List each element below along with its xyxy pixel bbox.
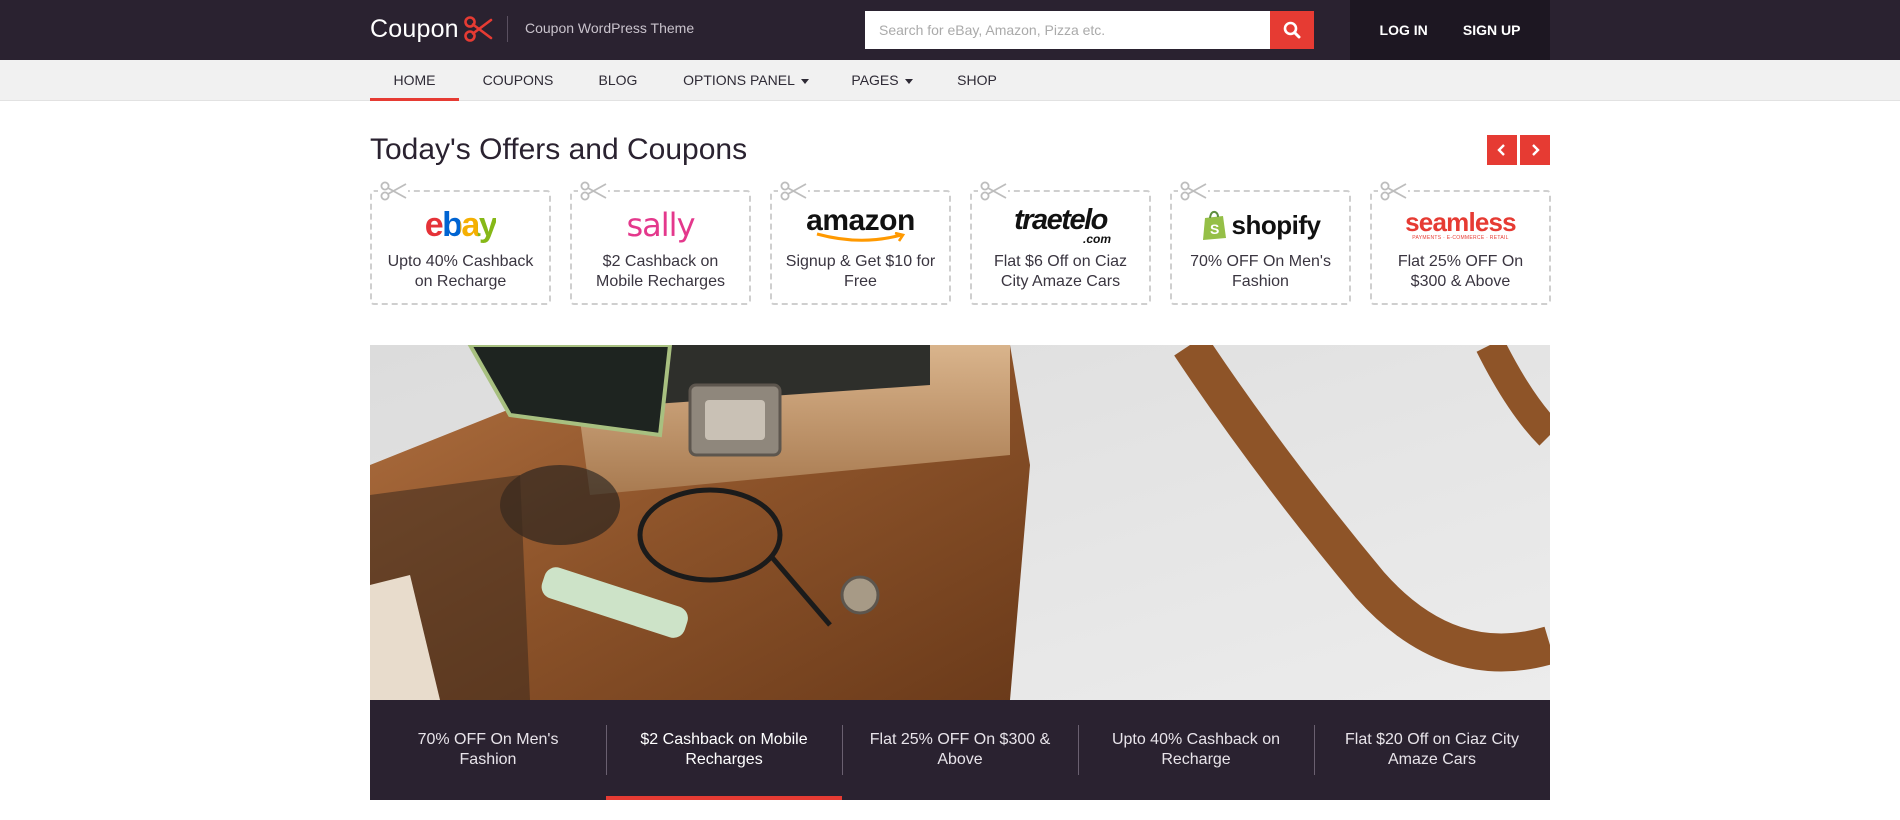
nav-item-label: SHOP (957, 72, 997, 88)
slider-tab-label: $2 Cashback on Mobile Recharges (640, 731, 808, 768)
slider-tab-label: Flat 25% OFF On $300 & Above (869, 731, 1051, 768)
chevron-right-icon (1532, 144, 1540, 156)
brand-name: traetelo (1014, 204, 1108, 236)
coupon-caption: $2 Cashback on Mobile Recharges (596, 253, 725, 290)
nav-item-label: HOME (393, 72, 436, 88)
logo-divider (507, 16, 508, 42)
page: Coupon Coupon WordPress Theme LOG IN SIG… (0, 0, 1900, 820)
login-link[interactable]: LOG IN (1380, 22, 1428, 38)
caret-down-icon (904, 78, 913, 84)
coupon-caption: Upto 40% Cashback on Recharge (387, 253, 534, 290)
nav-item-coupons[interactable]: COUPONS (477, 60, 559, 101)
amazon-logo: amazon (772, 204, 949, 246)
scissors-icon (978, 180, 1008, 202)
auth-links: LOG IN SIGN UP (1350, 0, 1550, 60)
site-logo[interactable]: Coupon (370, 13, 493, 45)
section-title: Today's Offers and Coupons (370, 133, 748, 166)
search-icon (1283, 21, 1301, 39)
main-nav: HOME COUPONS BLOG OPTIONS PANEL PAGES SH… (0, 60, 1900, 101)
signup-link[interactable]: SIGN UP (1463, 22, 1521, 38)
scissors-icon (378, 180, 408, 202)
caret-down-icon (800, 78, 809, 84)
nav-item-home[interactable]: HOME (370, 60, 459, 101)
coupon-card-seamless[interactable]: seamless PAYMENTS · E-COMMERCE · RETAIL … (1370, 180, 1551, 305)
shopping-bag-icon: S (1202, 210, 1226, 240)
hero-slide-image (370, 345, 1550, 700)
shopify-logo: S shopify (1172, 204, 1349, 246)
brand-name: sally (626, 206, 696, 244)
top-header: Coupon Coupon WordPress Theme LOG IN SIG… (0, 0, 1900, 60)
coupon-caption: Flat 25% OFF On $300 & Above (1397, 253, 1524, 290)
scissors-icon (1378, 180, 1408, 202)
brand-name: ebay (424, 205, 498, 244)
search-button[interactable] (1270, 11, 1314, 49)
brand-name: shopify (1231, 209, 1321, 240)
coupon-caption: Flat $6 Off on Ciaz City Amaze Cars (993, 253, 1128, 290)
prev-offers-button[interactable] (1487, 135, 1517, 165)
search-input[interactable] (865, 11, 1270, 49)
chevron-left-icon (1497, 144, 1505, 156)
slider-tab[interactable]: Flat 25% OFF On $300 & Above (842, 700, 1078, 800)
amazon-smile-icon (816, 232, 905, 242)
slider-tab-bar: 70% OFF On Men's Fashion $2 Cashback on … (370, 700, 1550, 800)
slider-tab[interactable]: Upto 40% Cashback on Recharge (1078, 700, 1314, 800)
seamless-logo: seamless PAYMENTS · E-COMMERCE · RETAIL (1372, 204, 1549, 246)
sally-logo: sally (572, 204, 749, 246)
scissors-icon (778, 180, 808, 202)
scissors-icon (578, 180, 608, 202)
slider-tab-label: Flat $20 Off on Ciaz City Amaze Cars (1345, 731, 1519, 768)
coupon-card-shopify[interactable]: S shopify 70% OFF On Men's Fashion (1170, 180, 1351, 305)
slider-tab-active[interactable]: $2 Cashback on Mobile Recharges (606, 700, 842, 800)
handbag-photo (370, 345, 1550, 700)
nav-item-blog[interactable]: BLOG (590, 60, 646, 101)
nav-item-label: COUPONS (482, 72, 554, 88)
nav-item-label: OPTIONS PANEL (683, 72, 795, 88)
slider-tab-label: 70% OFF On Men's Fashion (417, 731, 559, 768)
slider-tab[interactable]: 70% OFF On Men's Fashion (370, 700, 606, 800)
coupon-card-amazon[interactable]: amazon Signup & Get $10 for Free (770, 180, 951, 305)
ebay-logo: ebay (372, 204, 549, 246)
brand-subtext: PAYMENTS · E-COMMERCE · RETAIL (1412, 235, 1509, 241)
nav-item-label: PAGES (851, 72, 899, 88)
brand-name: seamless (1405, 207, 1517, 237)
coupon-card-traetelo[interactable]: traetelo .com Flat $6 Off on Ciaz City A… (970, 180, 1151, 305)
logo-text: Coupon (370, 14, 459, 43)
scissors-icon (463, 16, 493, 42)
scissors-icon (1178, 180, 1208, 202)
site-tagline: Coupon WordPress Theme (525, 20, 695, 36)
nav-item-shop[interactable]: SHOP (952, 60, 1002, 101)
coupon-card-sally[interactable]: sally $2 Cashback on Mobile Recharges (570, 180, 751, 305)
svg-text:S: S (1210, 221, 1219, 237)
nav-item-options-panel[interactable]: OPTIONS PANEL (680, 60, 812, 101)
nav-item-pages[interactable]: PAGES (846, 60, 918, 101)
slider-tab[interactable]: Flat $20 Off on Ciaz City Amaze Cars (1314, 700, 1550, 800)
coupon-caption: Signup & Get $10 for Free (785, 253, 936, 290)
brand-subtext: .com (1082, 232, 1111, 246)
coupon-card-ebay[interactable]: ebay Upto 40% Cashback on Recharge (370, 180, 551, 305)
coupon-caption: 70% OFF On Men's Fashion (1190, 253, 1331, 290)
nav-item-label: BLOG (598, 72, 638, 88)
slider-tab-label: Upto 40% Cashback on Recharge (1111, 731, 1281, 768)
next-offers-button[interactable] (1520, 135, 1550, 165)
traetelo-logo: traetelo .com (972, 204, 1149, 246)
